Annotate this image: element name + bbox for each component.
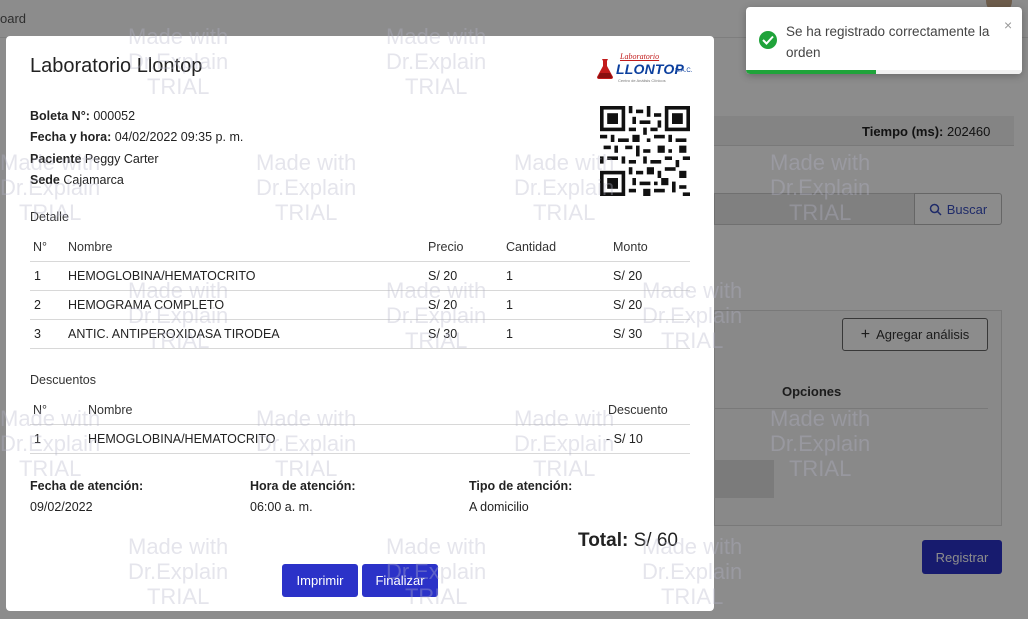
divider: [30, 348, 690, 349]
fecha-hora: Fecha y hora: 04/02/2022 09:35 p. m.: [30, 130, 243, 144]
detalle-label: Detalle: [30, 210, 69, 224]
detalle-cell-nombre: HEMOGRAMA COMPLETO: [68, 298, 225, 312]
sede-label: Sede: [30, 173, 60, 187]
detalle-cell-cantidad: 1: [506, 298, 513, 312]
detalle-cell-precio: S/ 20: [428, 269, 458, 283]
detalle-cell-precio: S/ 30: [428, 327, 458, 341]
descuentos-header-nombre: Nombre: [88, 403, 133, 417]
detalle-cell-monto: S/ 20: [613, 298, 643, 312]
tipo-atencion-label: Tipo de atención:: [469, 479, 573, 493]
detalle-header-n: N°: [33, 240, 48, 254]
sede: Sede Cajamarca: [30, 173, 124, 187]
sede-value: Cajamarca: [63, 173, 124, 187]
descuentos-cell-nombre: HEMOGLOBINA/HEMATOCRITO: [88, 432, 276, 446]
flask-icon: [597, 59, 613, 79]
toast-message: Se ha registrado correctamente la orden: [786, 24, 990, 60]
fecha-atencion-label: Fecha de atención:: [30, 479, 144, 493]
detalle-cell-monto: S/ 30: [613, 327, 643, 341]
paciente: Paciente Peggy Carter: [30, 152, 159, 166]
detalle-header-precio: Precio: [428, 240, 464, 254]
boleta-number: Boleta N°: 000052: [30, 109, 135, 123]
detalle-cell-nombre: HEMOGLOBINA/HEMATOCRITO: [68, 269, 256, 283]
success-toast: Se ha registrado correctamente la orden …: [746, 7, 1022, 74]
detalle-header-nombre: Nombre: [68, 240, 113, 254]
divider: [30, 261, 690, 262]
boleta-modal: Laboratorio Llontop Laboratorio LLONTOP …: [6, 36, 714, 611]
logo-tagline: Centro de Análisis Clínicos: [618, 78, 666, 83]
total-label: Total:: [578, 530, 629, 551]
descuentos-cell-n: 1: [34, 432, 41, 446]
llontop-logo: Laboratorio LLONTOP S.A.C. Centro de Aná…: [596, 52, 693, 86]
logo-small-text: Laboratorio: [620, 52, 660, 61]
finalizar-button[interactable]: Finalizar: [362, 564, 438, 597]
imprimir-button[interactable]: Imprimir: [282, 564, 358, 597]
close-icon[interactable]: ×: [1004, 17, 1012, 33]
hora-atencion-label: Hora de atención:: [250, 479, 356, 493]
divider: [30, 290, 690, 291]
boleta-label: Boleta N°:: [30, 109, 90, 123]
logo-suffix: S.A.C.: [675, 68, 693, 74]
boleta-value: 000052: [93, 109, 136, 123]
toast-progress-bar: [746, 70, 876, 74]
modal-title: Laboratorio Llontop: [30, 55, 203, 77]
descuentos-header-descuento: Descuento: [608, 403, 668, 417]
detalle-cell-n: 2: [34, 298, 41, 312]
detalle-cell-cantidad: 1: [506, 269, 513, 283]
detalle-cell-cantidad: 1: [506, 327, 513, 341]
paciente-label: Paciente: [30, 152, 82, 166]
descuentos-header-n: N°: [33, 403, 48, 417]
divider: [30, 319, 690, 320]
hora-atencion-value: 06:00 a. m.: [250, 500, 313, 514]
tipo-atencion-value: A domicilio: [469, 500, 529, 514]
detalle-cell-n: 3: [34, 327, 41, 341]
detalle-header-cantidad: Cantidad: [506, 240, 557, 254]
total: Total: S/ 60: [578, 530, 678, 552]
divider: [30, 424, 690, 425]
paciente-value: Peggy Carter: [84, 152, 159, 166]
divider: [30, 453, 690, 454]
check-circle-icon: [759, 31, 777, 49]
detalle-cell-monto: S/ 20: [613, 269, 643, 283]
detalle-cell-n: 1: [34, 269, 41, 283]
descuentos-label: Descuentos: [30, 373, 97, 387]
descuentos-cell-descuento: - S/ 10: [606, 432, 643, 446]
detalle-cell-nombre: ANTIC. ANTIPEROXIDASA TIRODEA: [68, 327, 280, 341]
fecha-value: 04/02/2022 09:35 p. m.: [114, 130, 244, 144]
detalle-header-monto: Monto: [613, 240, 648, 254]
detalle-cell-precio: S/ 20: [428, 298, 458, 312]
total-value: S/ 60: [633, 530, 678, 551]
fecha-label: Fecha y hora:: [30, 130, 112, 144]
logo-brand: LLONTOP: [616, 61, 685, 77]
qr-code: [600, 106, 690, 196]
fecha-atencion-value: 09/02/2022: [30, 500, 93, 514]
